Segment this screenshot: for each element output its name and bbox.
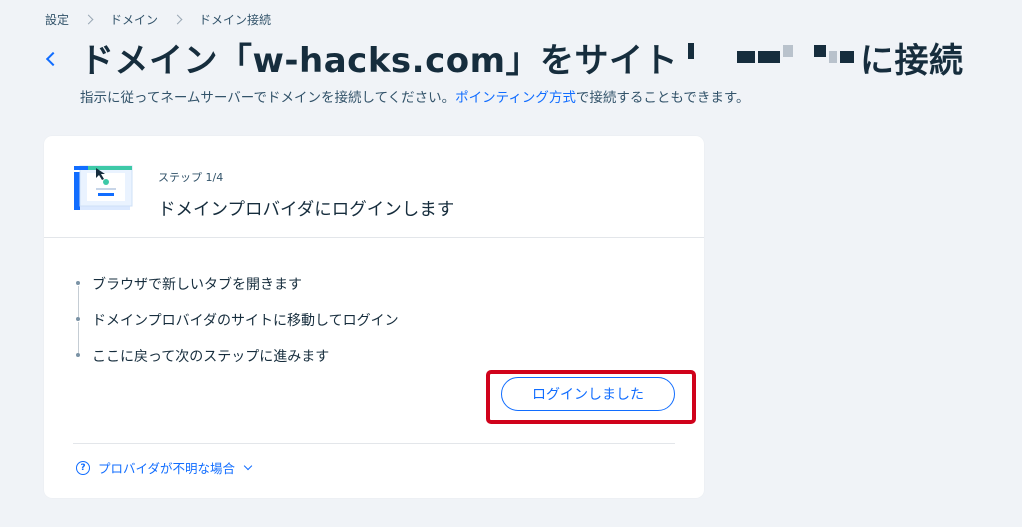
page-title: ドメイン「w-hacks.com」をサイト に接続: [80, 35, 964, 81]
step-title: ドメインプロバイダにログインします: [158, 200, 455, 220]
breadcrumb: 設定 ドメイン ドメイン接続: [45, 10, 271, 28]
back-arrow-icon[interactable]: [44, 51, 58, 67]
bullet-dot-icon: [76, 281, 80, 285]
divider: [73, 443, 675, 444]
step-instructions-list: ブラウザで新しいタブを開きます ドメインプロバイダのサイトに移動してログイン こ…: [76, 266, 399, 374]
list-item: ブラウザで新しいタブを開きます: [76, 266, 399, 317]
list-item-text: ブラウザで新しいタブを開きます: [92, 277, 302, 293]
breadcrumb-domain-connect: ドメイン接続: [199, 12, 272, 27]
bullet-dot-icon: [76, 317, 80, 321]
step-label: ステップ 1/4: [158, 171, 224, 184]
chevron-right-icon: [83, 14, 94, 24]
chevron-right-icon: [172, 14, 183, 24]
redacted-site-name: [688, 42, 855, 72]
list-item-text: ここに戻って次のステップに進みます: [92, 349, 330, 365]
list-item-text: ドメインプロバイダのサイトに移動してログイン: [92, 313, 399, 329]
page-subtitle: 指示に従ってネームサーバーでドメインを接続してください。ポインティング方式で接続…: [80, 86, 750, 106]
step-card: ステップ 1/4 ドメインプロバイダにログインします ブラウザで新しいタブを開き…: [44, 136, 704, 498]
step-card-header: ステップ 1/4 ドメインプロバイダにログインします: [44, 136, 704, 238]
breadcrumb-domains[interactable]: ドメイン: [110, 11, 158, 28]
list-item: ドメインプロバイダのサイトに移動してログイン: [76, 302, 399, 353]
subtitle-text-before: 指示に従ってネームサーバーでドメインを接続してください。: [80, 90, 456, 106]
page-title-suffix: に接続: [860, 40, 964, 81]
help-question-icon: ?: [76, 460, 90, 475]
list-item: ここに戻って次のステップに進みます: [76, 338, 399, 374]
provider-unknown-link[interactable]: ? プロバイダが不明な場合: [76, 458, 253, 477]
pointing-method-link[interactable]: ポインティング方式: [455, 90, 576, 106]
browser-login-illustration-icon: [74, 165, 133, 210]
page-title-prefix: ドメイン「w-hacks.com」をサイト: [80, 40, 679, 81]
provider-unknown-label: プロバイダが不明な場合: [98, 461, 236, 476]
breadcrumb-settings[interactable]: 設定: [45, 11, 69, 28]
logged-in-button[interactable]: ログインしました: [501, 377, 675, 411]
bullet-dot-icon: [76, 353, 80, 357]
chevron-down-icon: [243, 461, 253, 470]
subtitle-text-after: で接続することもできます。: [575, 90, 750, 106]
